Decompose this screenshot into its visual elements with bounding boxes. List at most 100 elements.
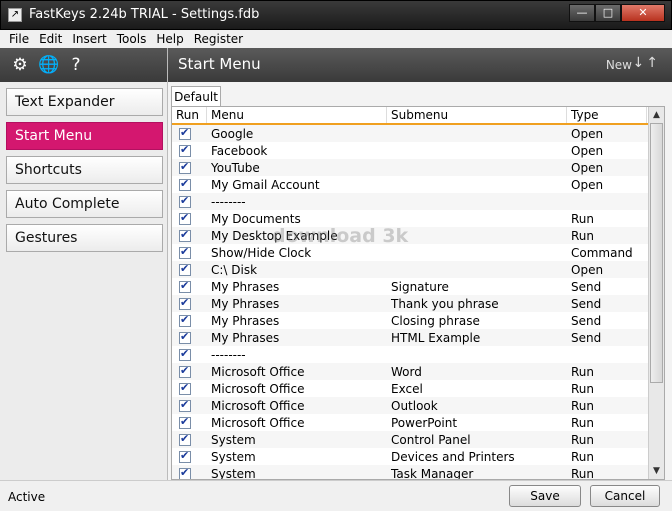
column-header-menu[interactable]: Menu — [207, 107, 387, 123]
menu-cell: Microsoft Office — [211, 398, 305, 413]
menu-register[interactable]: Register — [189, 32, 248, 46]
menu-help[interactable]: Help — [151, 32, 188, 46]
table-row[interactable]: My Phrases Signature Send — [172, 278, 664, 295]
close-icon[interactable]: ✕ — [621, 4, 665, 22]
run-cell — [172, 416, 207, 430]
sidebar-item-gestures[interactable]: Gestures — [6, 224, 163, 252]
gear-icon[interactable]: ⚙ — [10, 55, 30, 75]
table-row[interactable]: -------- — [172, 193, 664, 210]
table-row[interactable]: My Phrases Closing phrase Send — [172, 312, 664, 329]
table-row[interactable]: YouTube Open — [172, 159, 664, 176]
sidebar-item-start-menu[interactable]: Start Menu — [6, 122, 163, 150]
move-arrows: ↓↑ — [633, 55, 660, 71]
menu-edit[interactable]: Edit — [34, 32, 67, 46]
table-row[interactable]: My Phrases Thank you phrase Send — [172, 295, 664, 312]
table-row[interactable]: Show/Hide Clock Command — [172, 244, 664, 261]
run-cell — [172, 127, 207, 141]
type-cell: Open — [571, 160, 604, 175]
table-row[interactable]: Microsoft Office Word Run — [172, 363, 664, 380]
table-row[interactable]: Google Open — [172, 125, 664, 142]
help-icon[interactable]: ? — [66, 55, 86, 75]
save-button[interactable]: Save — [509, 485, 581, 507]
table-row[interactable]: My Desktop Example Run — [172, 227, 664, 244]
arrow-down-icon[interactable]: ↓ — [633, 55, 647, 71]
table-row[interactable]: System Devices and Printers Run — [172, 448, 664, 465]
run-checkbox[interactable] — [179, 365, 191, 378]
scroll-down-icon[interactable]: ▼ — [649, 463, 664, 479]
menu-file[interactable]: File — [4, 32, 34, 46]
run-checkbox[interactable] — [179, 348, 191, 361]
minimize-icon[interactable]: — — [569, 4, 595, 22]
menu-cell: My Phrases — [211, 279, 280, 294]
run-checkbox[interactable] — [179, 450, 191, 463]
menu-cell: Show/Hide Clock — [211, 245, 312, 260]
run-checkbox[interactable] — [179, 263, 191, 276]
table-row[interactable]: -------- — [172, 346, 664, 363]
run-checkbox[interactable] — [179, 280, 191, 293]
table-row[interactable]: System Task Manager Run — [172, 465, 664, 479]
menu-cell: System — [211, 449, 256, 464]
run-checkbox[interactable] — [179, 433, 191, 446]
scroll-thumb[interactable] — [650, 123, 663, 383]
sidebar-item-shortcuts[interactable]: Shortcuts — [6, 156, 163, 184]
submenu-cell: Excel — [391, 381, 423, 396]
run-checkbox[interactable] — [179, 178, 191, 191]
menu-cell: My Phrases — [211, 330, 280, 345]
run-checkbox[interactable] — [179, 144, 191, 157]
table-row[interactable]: Microsoft Office Outlook Run — [172, 397, 664, 414]
menu-cell: My Phrases — [211, 313, 280, 328]
table-row[interactable]: Microsoft Office PowerPoint Run — [172, 414, 664, 431]
run-checkbox[interactable] — [179, 331, 191, 344]
run-checkbox[interactable] — [179, 161, 191, 174]
run-checkbox[interactable] — [179, 127, 191, 140]
globe-icon[interactable]: 🌐 — [38, 55, 59, 75]
type-cell: Open — [571, 126, 604, 141]
table-row[interactable]: Facebook Open — [172, 142, 664, 159]
run-checkbox[interactable] — [179, 314, 191, 327]
maximize-icon[interactable]: □ — [595, 4, 621, 22]
run-checkbox[interactable] — [179, 297, 191, 310]
column-header-submenu[interactable]: Submenu — [387, 107, 567, 123]
tab-strip: Default — [168, 82, 672, 107]
tab-default[interactable]: Default — [171, 86, 221, 107]
run-cell — [172, 314, 207, 328]
scroll-up-icon[interactable]: ▲ — [649, 107, 664, 123]
window-controls: — □ ✕ — [569, 4, 665, 22]
run-checkbox[interactable] — [179, 212, 191, 225]
menu-insert[interactable]: Insert — [67, 32, 111, 46]
submenu-cell: Signature — [391, 279, 449, 294]
table-row[interactable]: My Phrases HTML Example Send — [172, 329, 664, 346]
run-checkbox[interactable] — [179, 195, 191, 208]
new-button[interactable]: New — [606, 58, 632, 72]
table-row[interactable]: C:\ Disk Open — [172, 261, 664, 278]
run-checkbox[interactable] — [179, 229, 191, 242]
run-checkbox[interactable] — [179, 399, 191, 412]
menu-tools[interactable]: Tools — [112, 32, 152, 46]
run-checkbox[interactable] — [179, 467, 191, 479]
menu-cell: System — [211, 432, 256, 447]
run-cell — [172, 161, 207, 175]
sidebar-item-text-expander[interactable]: Text Expander — [6, 88, 163, 116]
table-row[interactable]: Microsoft Office Excel Run — [172, 380, 664, 397]
type-cell: Run — [571, 211, 595, 226]
column-header-type[interactable]: Type — [567, 107, 647, 123]
type-cell: Run — [571, 432, 595, 447]
vertical-scrollbar[interactable]: ▲ ▼ — [648, 107, 664, 479]
arrow-up-icon[interactable]: ↑ — [646, 55, 660, 71]
table-row[interactable]: System Control Panel Run — [172, 431, 664, 448]
sidebar-item-auto-complete[interactable]: Auto Complete — [6, 190, 163, 218]
run-cell — [172, 382, 207, 396]
run-checkbox[interactable] — [179, 246, 191, 259]
run-cell — [172, 195, 207, 209]
menu-cell: My Documents — [211, 211, 301, 226]
table-row[interactable]: My Documents Run — [172, 210, 664, 227]
submenu-cell: PowerPoint — [391, 415, 458, 430]
column-header-run[interactable]: Run — [172, 107, 207, 123]
cancel-button[interactable]: Cancel — [590, 485, 660, 507]
run-checkbox[interactable] — [179, 416, 191, 429]
table-row[interactable]: My Gmail Account Open — [172, 176, 664, 193]
submenu-cell: Control Panel — [391, 432, 471, 447]
run-cell — [172, 433, 207, 447]
run-cell — [172, 178, 207, 192]
run-checkbox[interactable] — [179, 382, 191, 395]
